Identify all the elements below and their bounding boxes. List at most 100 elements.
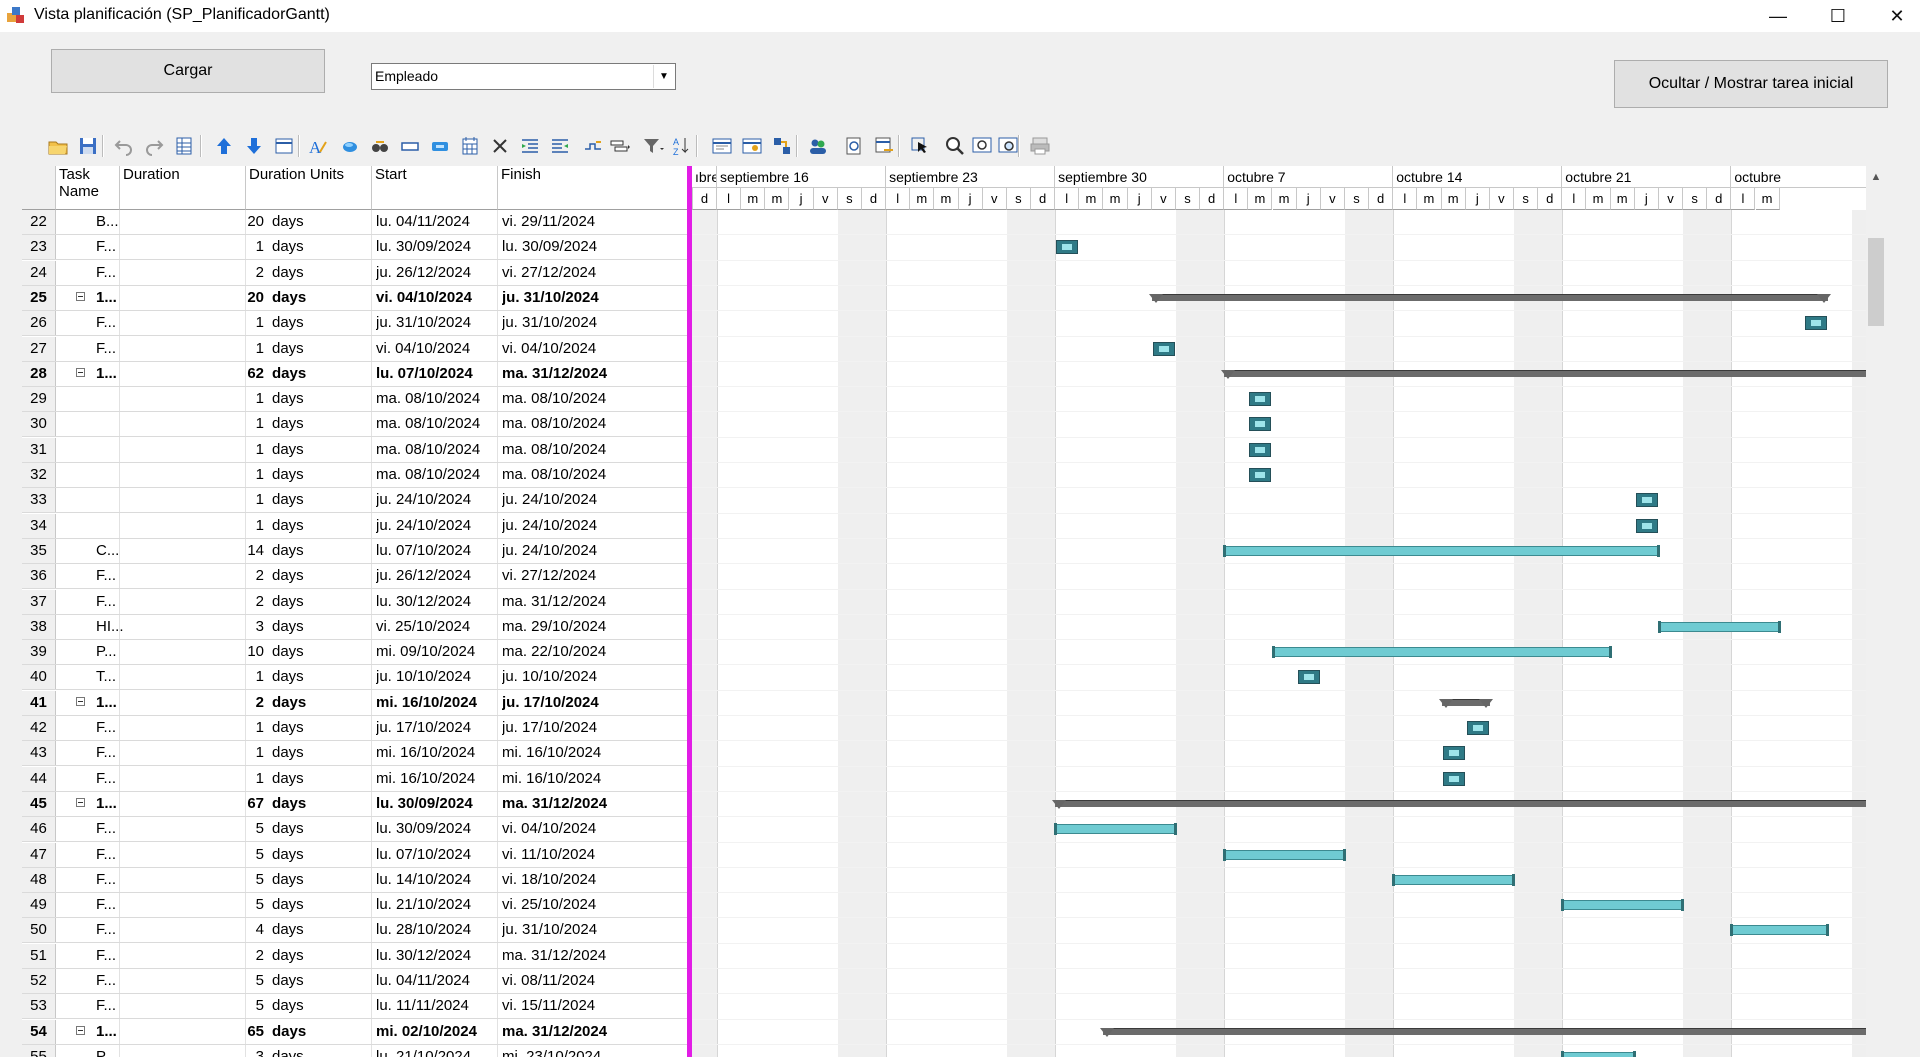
duration-units-cell[interactable]: days [272, 1020, 392, 1044]
finish-cell[interactable]: ma. 31/12/2024 [502, 944, 652, 968]
task-bar-short[interactable] [1249, 417, 1272, 432]
task-bar[interactable] [1223, 544, 1660, 557]
start-cell[interactable]: lu. 07/10/2024 [376, 362, 496, 386]
pointer-icon[interactable] [906, 133, 934, 159]
task-bar[interactable] [1271, 646, 1612, 659]
scroll-thumb[interactable] [1868, 238, 1884, 326]
duration-units-cell[interactable]: days [272, 1045, 392, 1057]
duration-cell[interactable]: 2 [120, 691, 264, 715]
table-row[interactable]: 45 1... 67 days lu. 30/09/2024 ma. 31/12/2024… [22, 791, 688, 817]
start-cell[interactable]: ju. 17/10/2024 [376, 716, 496, 740]
finish-cell[interactable]: ma. 31/12/2024 [502, 590, 652, 614]
finish-cell[interactable]: vi. 29/11/2024 [502, 210, 652, 234]
start-cell[interactable]: ma. 08/10/2024 [376, 463, 496, 487]
task-bar[interactable] [1223, 848, 1346, 861]
duration-units-cell[interactable]: days [272, 640, 392, 664]
table-row[interactable]: 54 1... 65 days mi. 02/10/2024 ma. 31/12/2024… [22, 1019, 688, 1045]
table-row[interactable]: 40 T... 1 days ju. 10/10/2024 ju. 10/10/2024 [22, 665, 688, 691]
finish-cell[interactable]: ma. 08/10/2024 [502, 387, 652, 411]
summary-bar[interactable] [1148, 293, 1832, 303]
finish-cell[interactable]: ju. 17/10/2024 [502, 716, 652, 740]
duration-cell[interactable]: 1 [120, 412, 264, 436]
start-cell[interactable]: ju. 24/10/2024 [376, 514, 496, 538]
duration-cell[interactable]: 1 [120, 665, 264, 689]
finish-cell[interactable]: ma. 31/12/2024 [502, 792, 652, 816]
header-start[interactable]: Start [372, 166, 498, 210]
finish-cell[interactable]: ju. 24/10/2024 [502, 539, 652, 563]
duration-cell[interactable]: 65 [120, 1020, 264, 1044]
table-row[interactable]: 24 F... 2 days ju. 26/12/2024 vi. 27/12/2024 [22, 260, 688, 286]
duration-units-cell[interactable]: days [272, 210, 392, 234]
summary-bar[interactable] [1438, 698, 1494, 708]
finish-cell[interactable]: ju. 24/10/2024 [502, 488, 652, 512]
table-row[interactable]: 50 F... 4 days lu. 28/10/2024 ju. 31/10/2024 [22, 918, 688, 944]
duration-cell[interactable]: 1 [120, 514, 264, 538]
view-a-icon[interactable] [708, 133, 736, 159]
finish-cell[interactable]: vi. 25/10/2024 [502, 893, 652, 917]
task-bar-short[interactable] [1635, 493, 1658, 508]
table-row[interactable]: 38 HI... 3 days vi. 25/10/2024 ma. 29/10/2024 [22, 614, 688, 640]
table-row[interactable]: 22 B... 20 days lu. 04/11/2024 vi. 29/11/2024 [22, 210, 688, 235]
start-cell[interactable]: vi. 04/10/2024 [376, 337, 496, 361]
task-bar-short[interactable] [1249, 468, 1272, 482]
duration-units-cell[interactable]: days [272, 843, 392, 867]
table-icon[interactable] [170, 133, 198, 159]
duration-cell[interactable]: 67 [120, 792, 264, 816]
task-bar[interactable] [1730, 924, 1829, 937]
start-cell[interactable]: mi. 09/10/2024 [376, 640, 496, 664]
toggle-initial-task-button[interactable]: Ocultar / Mostrar tarea inicial [1614, 60, 1888, 108]
table-row[interactable]: 29 1 days ma. 08/10/2024 ma. 08/10/2024 [22, 387, 688, 413]
duration-cell[interactable]: 1 [120, 311, 264, 335]
start-cell[interactable]: lu. 07/10/2024 [376, 539, 496, 563]
finish-cell[interactable]: ma. 29/10/2024 [502, 615, 652, 639]
finish-cell[interactable]: mi. 23/10/2024 [502, 1045, 652, 1057]
finish-cell[interactable]: ma. 08/10/2024 [502, 463, 652, 487]
duration-cell[interactable]: 2 [120, 261, 264, 285]
resources-icon[interactable] [804, 133, 832, 159]
table-row[interactable]: 49 F... 5 days lu. 21/10/2024 vi. 25/10/2024 [22, 893, 688, 919]
chevron-down-icon[interactable]: ▼ [653, 65, 674, 88]
task-bar-short[interactable] [1297, 670, 1320, 685]
load-button[interactable]: Cargar [51, 49, 325, 93]
vertical-scrollbar[interactable]: ▲ [1866, 166, 1886, 1057]
table-row[interactable]: 42 F... 1 days ju. 17/10/2024 ju. 17/10/2024 [22, 716, 688, 741]
zoom-fit-icon[interactable] [576, 133, 610, 159]
finish-cell[interactable]: ma. 08/10/2024 [502, 438, 652, 462]
table-row[interactable]: 35 C... 14 days lu. 07/10/2024 ju. 24/10/2024 [22, 538, 688, 564]
table-row[interactable]: 53 F... 5 days lu. 11/11/2024 vi. 15/11/2024 [22, 994, 688, 1020]
finish-cell[interactable]: mi. 16/10/2024 [502, 767, 652, 791]
task-bar[interactable] [1561, 899, 1684, 912]
minimize-button[interactable]: — [1755, 0, 1801, 32]
maximize-button[interactable]: ☐ [1815, 0, 1861, 32]
duration-cell[interactable]: 2 [120, 564, 264, 588]
indent-icon[interactable] [516, 133, 544, 159]
zoom-icon[interactable] [938, 133, 972, 159]
duration-cell[interactable]: 4 [120, 918, 264, 942]
start-cell[interactable]: ju. 26/12/2024 [376, 564, 496, 588]
finish-cell[interactable]: ma. 31/12/2024 [502, 362, 652, 386]
duration-units-cell[interactable]: days [272, 337, 392, 361]
duration-cell[interactable]: 1 [120, 741, 264, 765]
start-cell[interactable]: lu. 21/10/2024 [376, 893, 496, 917]
move-down-icon[interactable] [240, 133, 268, 159]
table-row[interactable]: 28 1... 62 days lu. 07/10/2024 ma. 31/12/2024… [22, 361, 688, 387]
duration-units-cell[interactable]: days [272, 235, 392, 259]
duration-units-cell[interactable]: days [272, 387, 392, 411]
finish-cell[interactable]: vi. 15/11/2024 [502, 994, 652, 1018]
table-row[interactable]: 25 1... 20 days vi. 04/10/2024 ju. 31/10/2024… [22, 285, 688, 311]
summary-bar[interactable] [1052, 799, 1866, 809]
start-cell[interactable]: ju. 26/12/2024 [376, 261, 496, 285]
sort-icon[interactable]: AZ [666, 133, 700, 159]
start-cell[interactable]: lu. 14/10/2024 [376, 868, 496, 892]
duration-cell[interactable]: 1 [120, 337, 264, 361]
duration-units-cell[interactable]: days [272, 691, 392, 715]
start-cell[interactable]: lu. 30/09/2024 [376, 817, 496, 841]
table-row[interactable]: 51 F... 2 days lu. 30/12/2024 ma. 31/12/2024 [22, 943, 688, 969]
duration-cell[interactable]: 2 [120, 944, 264, 968]
duration-units-cell[interactable]: days [272, 438, 392, 462]
duration-cell[interactable]: 1 [120, 767, 264, 791]
table-row[interactable]: 26 F... 1 days ju. 31/10/2024 ju. 31/10/2024 [22, 311, 688, 337]
move-up-icon[interactable] [210, 133, 238, 159]
duration-units-cell[interactable]: days [272, 564, 392, 588]
duration-cell[interactable]: 5 [120, 994, 264, 1018]
